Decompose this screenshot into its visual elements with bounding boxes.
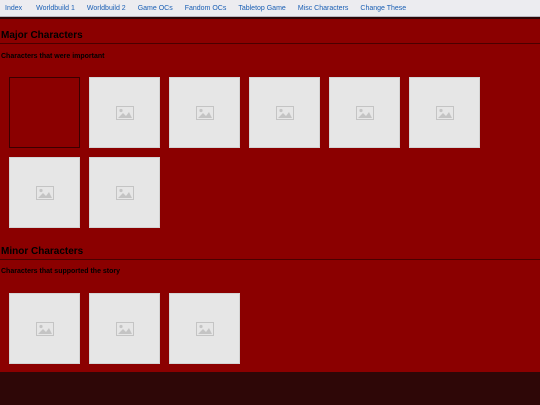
nav-link-misc-characters[interactable]: Misc Characters <box>298 0 349 17</box>
major-character-card[interactable] <box>9 157 80 228</box>
major-character-card[interactable] <box>89 77 160 148</box>
nav-link-worldbuild-2[interactable]: Worldbuild 2 <box>87 0 126 17</box>
image-placeholder-icon <box>115 185 134 200</box>
image-placeholder-icon <box>355 105 374 120</box>
image-placeholder-icon <box>275 105 294 120</box>
image-placeholder-icon <box>115 105 134 120</box>
top-nav: Index Worldbuild 1 Worldbuild 2 Game OCs… <box>0 0 540 17</box>
nav-link-worldbuild-1[interactable]: Worldbuild 1 <box>36 0 75 17</box>
image-placeholder-icon <box>115 321 134 336</box>
nav-link-index[interactable]: Index <box>5 0 22 17</box>
image-placeholder-icon <box>195 105 214 120</box>
minor-character-card[interactable] <box>89 293 160 364</box>
page-footer <box>0 372 540 405</box>
image-placeholder-icon <box>35 321 54 336</box>
minor-characters-subtitle: Characters that supported the story <box>1 268 121 275</box>
major-character-card[interactable] <box>89 157 160 228</box>
major-character-card[interactable] <box>169 77 240 148</box>
minor-characters-heading: Minor Characters <box>1 246 84 257</box>
minor-character-card[interactable] <box>9 293 80 364</box>
nav-link-change-these[interactable]: Change These <box>360 0 406 17</box>
major-character-card[interactable] <box>409 77 480 148</box>
nav-link-fandom-ocs[interactable]: Fandom OCs <box>185 0 227 17</box>
major-characters-subtitle: Characters that were important <box>1 53 105 60</box>
image-placeholder-icon <box>195 321 214 336</box>
nav-link-game-ocs[interactable]: Game OCs <box>138 0 173 17</box>
major-character-card[interactable] <box>329 77 400 148</box>
image-placeholder-icon <box>35 185 54 200</box>
major-divider <box>0 43 540 44</box>
nav-link-tabletop-game[interactable]: Tabletop Game <box>238 0 285 17</box>
minor-character-card[interactable] <box>169 293 240 364</box>
major-character-card[interactable] <box>9 77 80 148</box>
minor-divider <box>0 259 540 260</box>
major-characters-heading: Major Characters <box>1 30 83 41</box>
major-character-card[interactable] <box>249 77 320 148</box>
image-placeholder-icon <box>435 105 454 120</box>
main-content: Major Characters Characters that were im… <box>0 19 540 372</box>
